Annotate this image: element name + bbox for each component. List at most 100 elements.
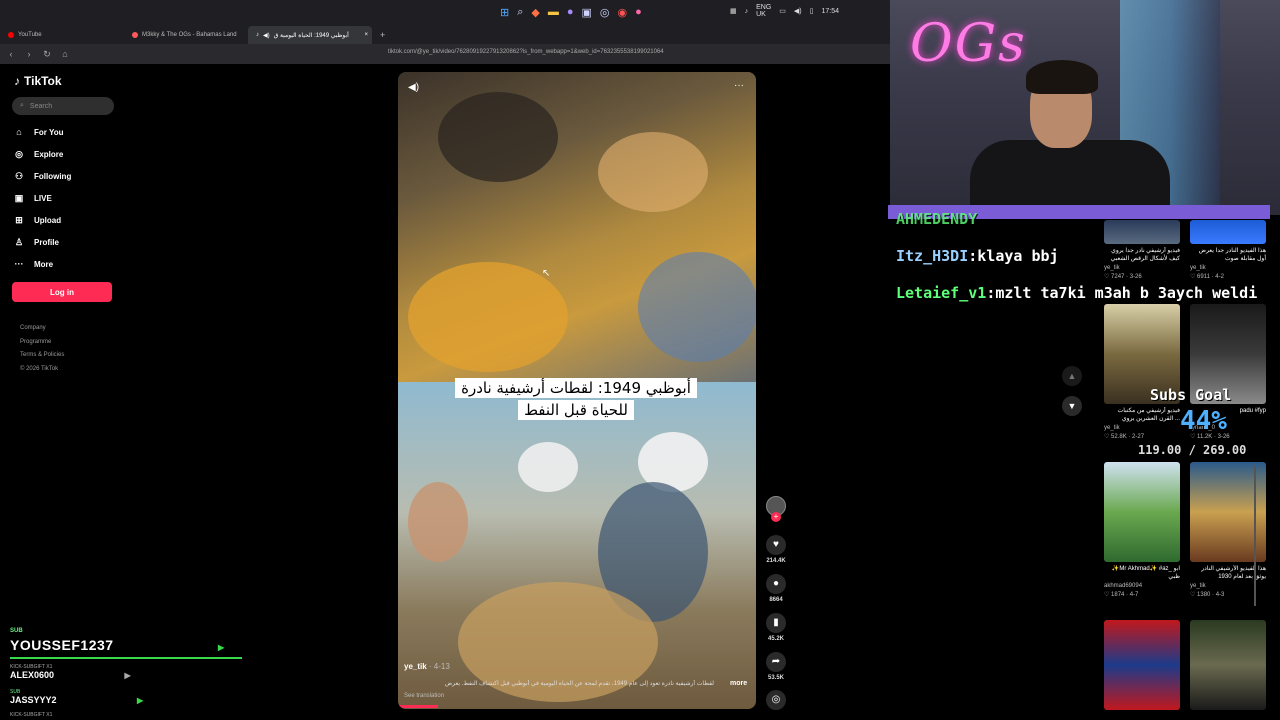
url-field[interactable]: tiktok.com/@ye_tik/video/762809192279132… <box>388 49 664 55</box>
search-input[interactable]: ⌕ Search <box>12 97 114 115</box>
kick-gift-label-2: KICK-SUBGIFT X1 <box>10 712 53 718</box>
nav-label: LIVE <box>34 193 52 203</box>
audio-icon[interactable]: ◀) <box>263 32 270 39</box>
login-button[interactable]: Log in <box>12 282 112 302</box>
browser-icon[interactable]: ◆ <box>531 6 539 19</box>
share-button[interactable]: ➦ 53.5K <box>765 652 787 681</box>
rec-stats: ♡ 52.8K · 2-27 <box>1104 434 1145 440</box>
tray-mic-icon[interactable]: ♪ <box>745 8 749 15</box>
recommended-video[interactable] <box>1190 620 1266 710</box>
comment-button[interactable]: ● 8664 <box>765 574 787 603</box>
chat-user: AHMEDENDY <box>896 210 978 228</box>
post-time: · 4-13 <box>428 662 450 671</box>
save-button[interactable]: ▮ 45.2K <box>765 613 787 642</box>
nav-live[interactable]: ▣ LIVE <box>14 193 52 203</box>
nav-label: Explore <box>34 149 64 159</box>
network-icon[interactable]: ▭ <box>779 7 786 15</box>
volume-icon[interactable]: ◀) <box>408 82 419 93</box>
following-icon: ⚇ <box>14 171 24 181</box>
recommendations-scrollbar[interactable] <box>1254 466 1256 606</box>
nav-more[interactable]: ··· More <box>14 259 54 269</box>
recommended-video[interactable]: فيديو أرشيفي نادر جدا يروي كيف لأشكال ال… <box>1104 220 1180 280</box>
recommended-video[interactable]: هذا الفيديو النادر جدا يعرض أول مقابلة ص… <box>1190 220 1266 280</box>
tiktok-note-icon: ♪ <box>14 74 20 88</box>
video-player[interactable]: أبوظبي 1949: لقطات أرشيفية نادرة للحياة … <box>398 72 756 709</box>
steam-icon[interactable]: ◎ <box>600 6 610 19</box>
mouse-cursor-icon: ↖ <box>542 268 551 279</box>
home-icon[interactable]: ⌂ <box>58 47 72 61</box>
more-options-icon[interactable]: ··· <box>734 80 744 91</box>
kick-icon <box>132 32 138 38</box>
app-icon[interactable]: ▣ <box>582 6 592 19</box>
close-tab-icon[interactable]: × <box>364 32 368 38</box>
rec-stats: ♡ 7247 · 3-26 <box>1104 274 1142 280</box>
nav-upload[interactable]: ⊞ Upload <box>14 215 61 225</box>
nav-label: For You <box>34 127 64 137</box>
rec-stats: ♡ 6911 · 4-2 <box>1190 274 1224 280</box>
like-button[interactable]: ♥ 214.4K <box>765 535 787 564</box>
tab-youtube[interactable]: YouTube <box>0 26 124 44</box>
footer-company[interactable]: Company <box>20 322 64 336</box>
tab-kick[interactable]: M3kky & The OGs - Bahamas Land <box>124 26 248 44</box>
volume-icon[interactable]: ◀) <box>794 7 802 15</box>
footer-terms[interactable]: Terms & Policies <box>20 349 64 363</box>
subs-goal-label: Subs Goal <box>1150 386 1232 404</box>
see-translation-link[interactable]: See translation <box>404 693 444 699</box>
nav-explore[interactable]: ◎ Explore <box>14 149 63 159</box>
nav-profile[interactable]: ♙ Profile <box>14 237 59 247</box>
rec-title: ✨Mr Akhmad✨ #az_ ابو ظبي <box>1111 566 1180 580</box>
language-indicator[interactable]: ENG UK <box>756 4 771 18</box>
streamer-body <box>970 140 1170 215</box>
home-icon: ⌂ <box>16 127 22 137</box>
upload-icon: ⊞ <box>15 215 23 225</box>
nav-label: Profile <box>34 237 59 247</box>
video-progress-bar[interactable] <box>398 705 438 708</box>
next-video-button[interactable]: ▼ <box>1062 396 1082 416</box>
clock[interactable]: 17:54 <box>822 8 840 15</box>
nav-label: Following <box>34 171 72 181</box>
taskbar-search-icon[interactable]: ⌕ <box>517 6 523 19</box>
forward-icon[interactable]: › <box>22 47 36 61</box>
comment-count: 8664 <box>769 597 783 603</box>
messenger-icon[interactable]: ● <box>567 6 574 18</box>
video-author[interactable]: ye_tik · 4-13 <box>404 662 450 671</box>
footer-programme[interactable]: Programme <box>20 336 64 350</box>
video-thumbnail <box>1104 462 1180 562</box>
video-thumbnail <box>1190 620 1266 710</box>
back-icon[interactable]: ‹ <box>4 47 18 61</box>
region-label: UK <box>756 11 766 18</box>
footer-copyright: © 2026 TikTok <box>20 365 59 372</box>
tab-label: YouTube <box>18 32 42 38</box>
music-disc-button[interactable]: ◎ <box>765 690 787 710</box>
streamer-hair <box>1026 60 1098 94</box>
chat-user: Itz_H3DI <box>896 247 969 265</box>
recommended-video[interactable]: فيديو أرشيفي من مكتبات القرن العشرين يرو… <box>1104 304 1180 440</box>
windows-start-icon[interactable]: ⊞ <box>500 6 509 19</box>
nav-for-you[interactable]: ⌂ For You <box>14 127 63 137</box>
folder-icon[interactable]: ▬ <box>548 6 559 18</box>
recommended-video[interactable]: ✨Mr Akhmad✨ #az_ ابو ظبي akhmad69094 ♡ 1… <box>1104 462 1180 598</box>
more-icon: ··· <box>14 259 24 269</box>
tray-grid-icon[interactable]: ▦ <box>730 7 737 15</box>
recommended-video[interactable] <box>1104 620 1180 710</box>
chrome-icon[interactable]: ◉ <box>618 6 628 19</box>
comment-icon: ● <box>766 574 786 594</box>
tab-tiktok[interactable]: ♪ ◀) أبوظبي 1949: الحياة اليومية ق × <box>248 26 372 44</box>
rec-author: ye_tik <box>1104 265 1120 271</box>
sub2-user: JASSYYY2 ▶ <box>10 695 143 705</box>
balloon-icon[interactable]: ● <box>635 6 642 18</box>
more-link[interactable]: more <box>730 680 747 687</box>
nav-label: More <box>34 259 54 269</box>
chat-message: Itz_H3DI:klaya bbj <box>896 247 1059 265</box>
previous-video-button[interactable]: ▲ <box>1062 366 1082 386</box>
caption-line-2: للحياة قبل النفط <box>518 400 634 420</box>
tiktok-logo[interactable]: ♪ TikTok <box>14 74 62 88</box>
rec-stats: ♡ 1874 · 4-7 <box>1104 592 1139 598</box>
nav-following[interactable]: ⚇ Following <box>14 171 71 181</box>
new-tab-button[interactable]: + <box>380 30 385 40</box>
follow-plus-icon[interactable]: + <box>771 512 781 522</box>
reload-icon[interactable]: ↻ <box>40 47 54 61</box>
rec-author: akhmad69094 <box>1104 583 1143 589</box>
battery-icon[interactable]: ▯ <box>810 7 814 15</box>
sub2-username: JASSYYY2 <box>10 695 57 705</box>
